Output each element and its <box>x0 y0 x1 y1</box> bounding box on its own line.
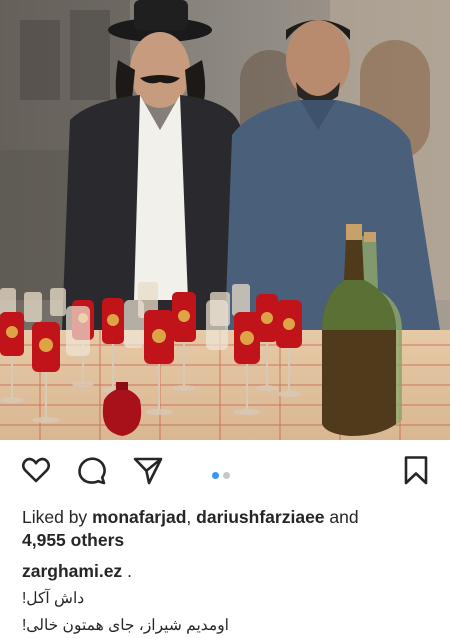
liker-username[interactable]: dariushfarziaee <box>196 507 324 527</box>
caption-line-2: اومدیم شیراز، جای همتون خالی! <box>22 617 229 634</box>
action-bar <box>0 440 450 498</box>
instagram-post: Liked by monafarjad, dariushfarziaee and… <box>0 0 450 638</box>
caption-line-1: داش آکل! <box>22 590 85 607</box>
heart-icon[interactable] <box>20 454 52 486</box>
caption-header: zarghami.ez . <box>22 561 132 582</box>
likes-summary: Liked by monafarjad, dariushfarziaee and… <box>22 506 432 552</box>
likes-prefix: Liked by <box>22 507 88 527</box>
comment-icon[interactable] <box>76 454 108 486</box>
likes-and: and <box>329 507 359 527</box>
caption-username[interactable]: zarghami.ez <box>22 561 122 581</box>
share-icon[interactable] <box>132 454 164 486</box>
carousel-dot <box>223 472 230 479</box>
carousel-indicator <box>212 466 234 479</box>
likes-separator: , <box>186 507 192 527</box>
post-photo[interactable] <box>0 0 450 440</box>
likes-count-link[interactable]: 4,955 others <box>22 530 124 550</box>
caption-dot: . <box>127 561 132 581</box>
bookmark-icon[interactable] <box>400 454 432 486</box>
liker-username[interactable]: monafarjad <box>92 507 186 527</box>
carousel-dot-active <box>212 472 219 479</box>
